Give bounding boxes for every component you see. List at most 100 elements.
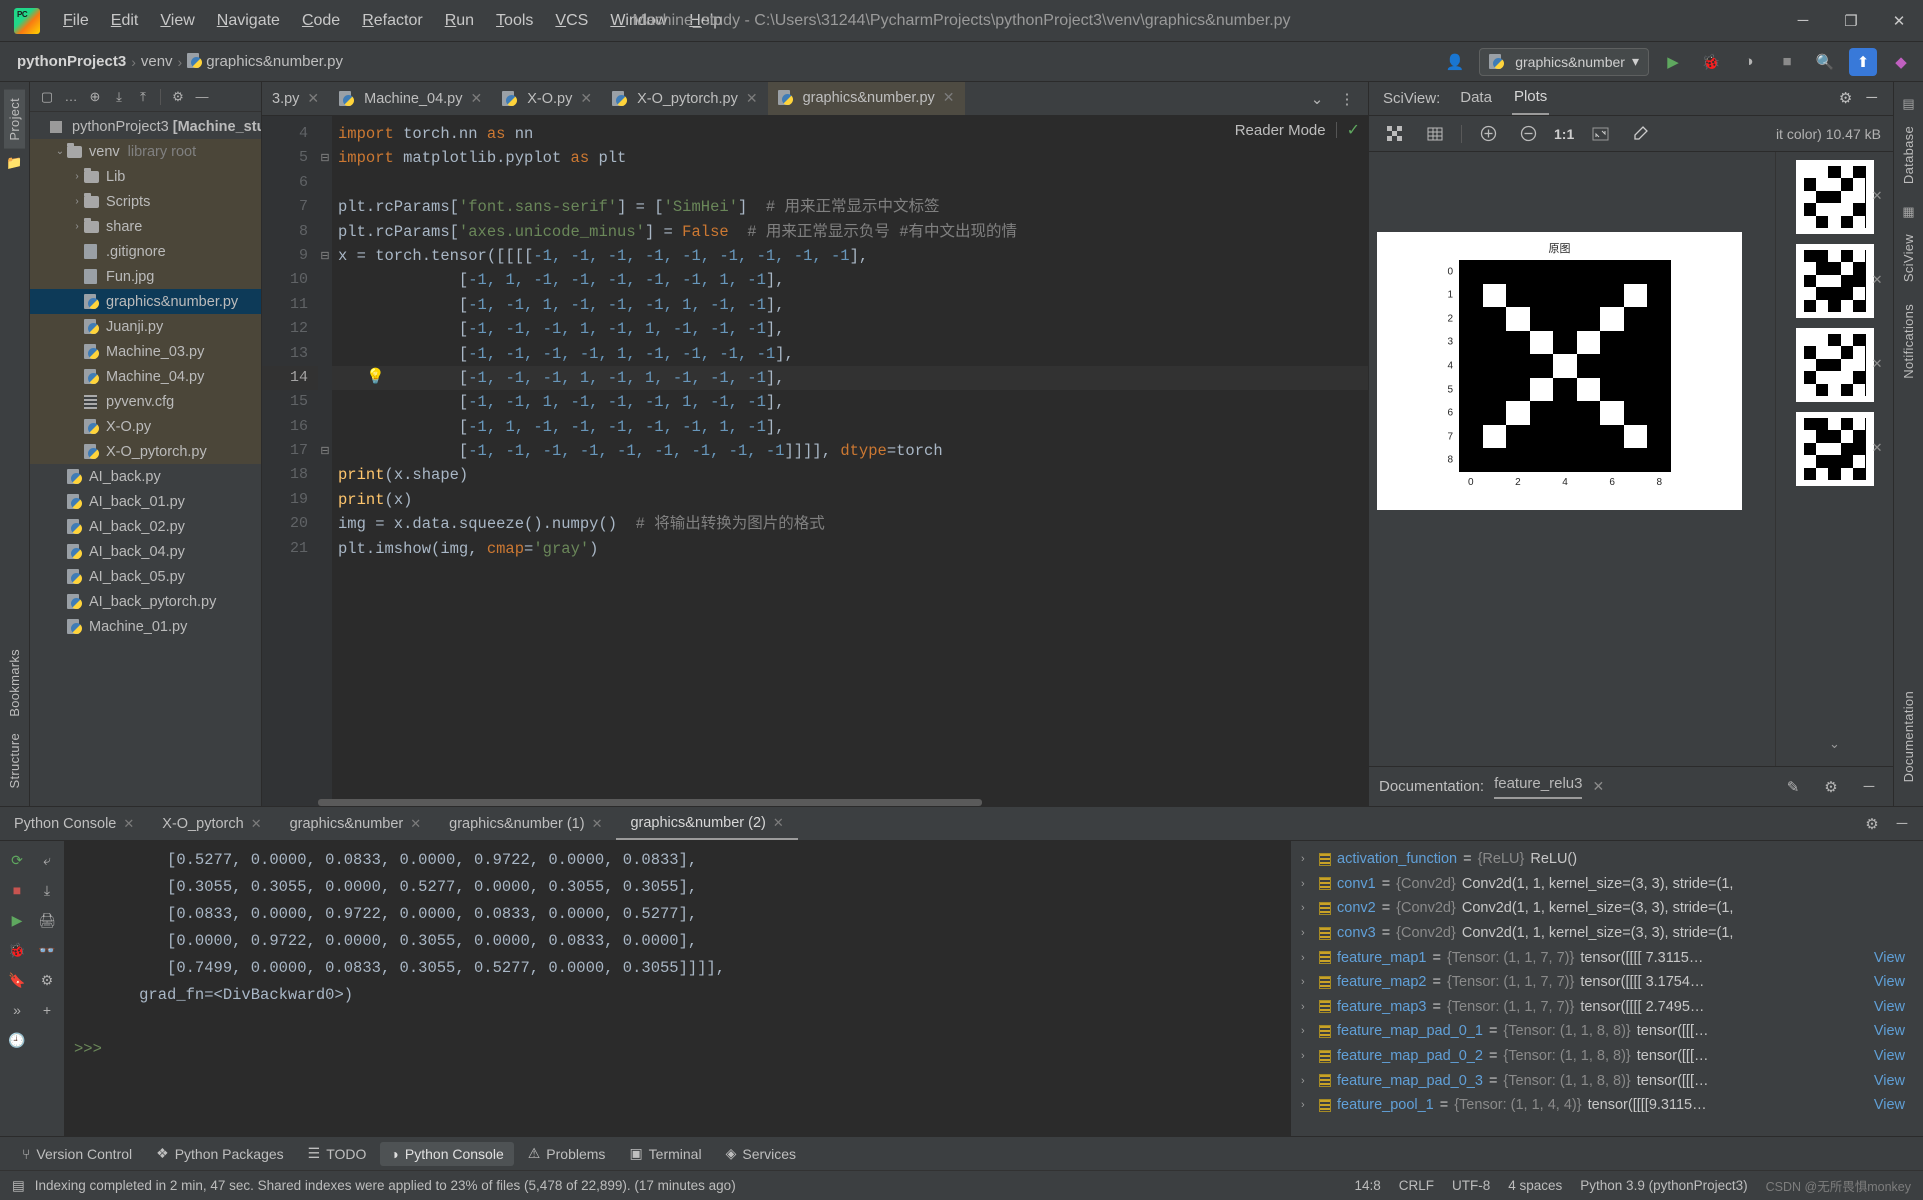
variable-row[interactable]: › feature_map1 = {Tensor: (1, 1, 7, 7)} tens… (1295, 945, 1919, 970)
fold-marker[interactable] (318, 171, 332, 195)
menu-navigate[interactable]: Navigate (206, 8, 291, 34)
variable-row[interactable]: › conv2 = {Conv2d} Conv2d(1, 1, kernel_size=… (1295, 896, 1919, 921)
link-icon[interactable]: 👓 (34, 937, 60, 963)
thumbnail-close-icon[interactable]: ✕ (1872, 188, 1883, 204)
tree-item[interactable]: .gitignore (30, 239, 261, 264)
run-button[interactable]: ▶ (1659, 48, 1687, 76)
color-picker-icon[interactable] (1626, 120, 1654, 148)
editor-tab-x-o-py[interactable]: X-O.py ✕ (492, 82, 602, 115)
code-line[interactable] (332, 171, 1368, 195)
menu-run[interactable]: Run (434, 8, 485, 34)
tab-list-dropdown-icon[interactable]: ⌄ (1303, 85, 1331, 113)
bookmark-icon[interactable]: 🔖 (4, 967, 30, 993)
file-encoding[interactable]: UTF-8 (1452, 1178, 1490, 1193)
user-account-icon[interactable]: 👤 (1441, 48, 1469, 76)
chevron-right-icon[interactable]: › (1301, 1050, 1313, 1062)
documentation-close-icon[interactable]: ✕ (1592, 778, 1604, 795)
tree-item[interactable]: AI_back_04.py (30, 539, 261, 564)
variable-view-link[interactable]: View (1874, 1023, 1919, 1039)
sidebar-item-notifications[interactable]: Notifications (1898, 296, 1919, 387)
code-line[interactable]: [-1, -1, -1, 1, -1, 1, -1, -1, -1], (332, 317, 1368, 341)
plot-thumbnail[interactable]: ✕ (1787, 412, 1883, 486)
chevron-right-icon[interactable]: › (1301, 1099, 1313, 1111)
more-icon[interactable]: » (4, 997, 30, 1023)
code-line[interactable]: [-1, -1, 1, -1, -1, -1, 1, -1, -1], (332, 293, 1368, 317)
tab-close-icon[interactable]: ✕ (251, 816, 262, 832)
toolwindow-python-console[interactable]: ◑ Python Console (380, 1141, 514, 1166)
chevron-right-icon[interactable]: › (1301, 853, 1313, 865)
console-output[interactable]: [0.5277, 0.0000, 0.0833, 0.0000, 0.9722,… (64, 841, 1290, 1136)
sciview-settings-icon[interactable]: ⚙ (1837, 83, 1854, 115)
chevron-icon[interactable]: ⌄ (53, 146, 67, 157)
plot-thumbnail[interactable]: ✕ (1787, 328, 1883, 402)
plot-thumbnail[interactable]: ✕ (1787, 244, 1883, 318)
plot-thumbnail[interactable]: ✕ (1787, 160, 1883, 234)
tree-item[interactable]: AI_back_05.py (30, 564, 261, 589)
tree-item[interactable]: › Scripts (30, 189, 261, 214)
toolwindow-services[interactable]: ◈ Services (716, 1141, 806, 1166)
indent-setting[interactable]: 4 spaces (1508, 1178, 1562, 1193)
debug-icon[interactable]: 🐞 (4, 937, 30, 963)
tree-item[interactable]: › share (30, 214, 261, 239)
fold-marker[interactable] (318, 220, 332, 244)
chevron-icon[interactable]: › (70, 171, 84, 182)
search-everywhere-icon[interactable]: 🔍 (1811, 48, 1839, 76)
editor-tab-x-o-pytorch-py[interactable]: X-O_pytorch.py ✕ (602, 82, 767, 115)
code-folding-column[interactable]: ⊟ ⊟ ⊟ (318, 116, 332, 806)
fold-marker[interactable]: ⊟ (318, 146, 332, 170)
tree-item[interactable]: AI_back_pytorch.py (30, 589, 261, 614)
settings-icon[interactable]: ⚙ (167, 86, 189, 108)
menu-view[interactable]: View (149, 8, 205, 34)
sidebar-item-documentation[interactable]: Documentation (1898, 683, 1919, 790)
menu-tools[interactable]: Tools (485, 8, 544, 34)
variable-row[interactable]: › feature_map_pad_0_1 = {Tensor: (1, 1, 8, … (1295, 1019, 1919, 1044)
thumbnail-close-icon[interactable]: ✕ (1872, 356, 1883, 372)
documentation-tab[interactable]: feature_relu3 (1494, 775, 1583, 799)
code-line[interactable]: print(x.shape) (332, 463, 1368, 487)
transparency-icon[interactable] (1381, 120, 1409, 148)
tab-close-icon[interactable]: ✕ (307, 90, 319, 107)
tree-item[interactable]: ⌄ venv library root (30, 139, 261, 164)
print-icon[interactable]: 🖨 (34, 907, 60, 933)
tab-close-icon[interactable]: ✕ (773, 815, 784, 831)
variable-view-link[interactable]: View (1874, 950, 1919, 966)
tree-item[interactable]: Machine_04.py (30, 364, 261, 389)
toolwindow-python-packages[interactable]: ❖ Python Packages (146, 1141, 294, 1166)
code-line[interactable]: print(x) (332, 488, 1368, 512)
console-hide-icon[interactable]: ─ (1888, 810, 1916, 838)
caret-position[interactable]: 14:8 (1354, 1178, 1380, 1193)
add-icon[interactable]: + (34, 997, 60, 1023)
console-tab-x-o-pytorch[interactable]: X-O_pytorch ✕ (148, 807, 275, 840)
plot-thumbnail-list[interactable]: ✕ ✕ ✕ ✕ ⌄ (1775, 152, 1893, 766)
variable-row[interactable]: › feature_map_pad_0_3 = {Tensor: (1, 1, 8, … (1295, 1068, 1919, 1093)
chevron-icon[interactable]: › (70, 196, 84, 207)
sidebar-item-project[interactable]: Project (4, 90, 25, 149)
run-icon[interactable]: ▶ (4, 907, 30, 933)
breadcrumb-item-2[interactable]: graphics&number.py (184, 51, 346, 72)
tab-close-icon[interactable]: ✕ (471, 90, 483, 107)
tree-item[interactable]: X-O_pytorch.py (30, 439, 261, 464)
documentation-edit-icon[interactable]: ✎ (1779, 773, 1807, 801)
tab-close-icon[interactable]: ✕ (580, 90, 592, 107)
chevron-right-icon[interactable]: › (1301, 952, 1313, 964)
sidebar-item-database[interactable]: Database (1898, 118, 1919, 192)
code-line[interactable]: plt.imshow(img, cmap='gray') (332, 537, 1368, 561)
plot-canvas[interactable]: 原图 0 1 2 3 4 5 6 7 8 0 2 4 6 8 (1369, 152, 1775, 766)
chevron-right-icon[interactable]: › (1301, 927, 1313, 939)
toolwindow-problems[interactable]: ⚠ Problems (518, 1141, 616, 1166)
fit-to-window-icon[interactable] (1586, 120, 1614, 148)
code-line[interactable]: [-1, -1, -1, -1, -1, -1, -1, -1, -1]]]],… (332, 439, 1368, 463)
tab-close-icon[interactable]: ✕ (410, 816, 421, 832)
coverage-button[interactable]: ◑ (1735, 48, 1763, 76)
intention-bulb-icon[interactable]: 💡 (366, 366, 385, 390)
history-icon[interactable]: 🕘 (4, 1027, 30, 1053)
chevron-right-icon[interactable]: › (1301, 878, 1313, 890)
menu-edit[interactable]: Edit (100, 8, 150, 34)
scroll-to-end-icon[interactable]: ⤓ (34, 877, 60, 903)
code-line[interactable]: 💡 [-1, -1, -1, 1, -1, 1, -1, -1, -1], (332, 365, 1368, 391)
sidebar-item-sciview[interactable]: SciView (1898, 226, 1919, 290)
fold-marker[interactable]: ⊟ (318, 439, 332, 463)
chevron-right-icon[interactable]: › (1301, 976, 1313, 988)
documentation-settings-icon[interactable]: ⚙ (1817, 773, 1845, 801)
variable-row[interactable]: › conv1 = {Conv2d} Conv2d(1, 1, kernel_size=… (1295, 872, 1919, 897)
